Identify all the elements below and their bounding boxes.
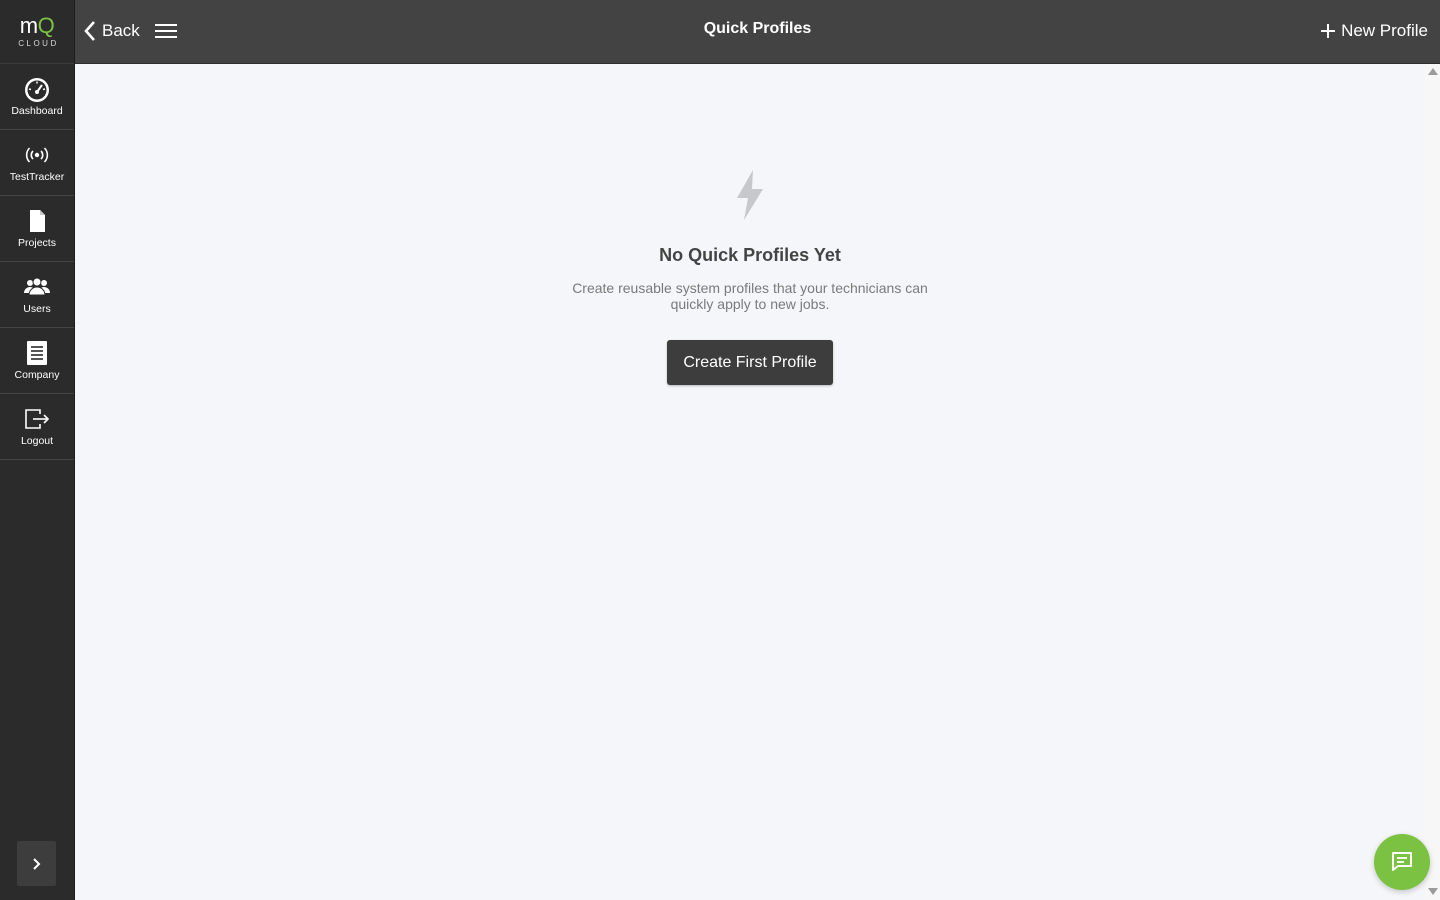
speedometer-icon	[25, 78, 49, 102]
sidebar-item-label: Logout	[20, 435, 54, 447]
sidebar-item-logout[interactable]: Logout	[0, 394, 74, 460]
hamburger-menu-icon[interactable]	[154, 20, 178, 42]
new-profile-button[interactable]: New Profile	[1321, 18, 1428, 44]
chevron-left-icon	[84, 21, 95, 41]
lightning-bolt-icon	[737, 170, 763, 220]
chat-button[interactable]	[1374, 834, 1430, 890]
users-icon	[24, 277, 50, 296]
broadcast-icon	[25, 147, 49, 163]
logo[interactable]: mQ CLOUD	[0, 0, 74, 64]
chat-icon	[1392, 852, 1412, 871]
sidebar-item-label: Users	[23, 303, 51, 315]
sidebar-item-dashboard[interactable]: Dashboard	[0, 64, 74, 130]
sidebar-item-users[interactable]: Users	[0, 262, 74, 328]
empty-state-description: Create reusable system profiles that you…	[572, 280, 928, 312]
sidebar-item-projects[interactable]: Projects	[0, 196, 74, 262]
new-profile-label: New Profile	[1341, 21, 1428, 40]
chevron-right-icon	[32, 857, 40, 870]
document-icon	[30, 210, 45, 232]
empty-state-title: No Quick Profiles Yet	[659, 245, 841, 265]
sidebar-item-label: Dashboard	[11, 105, 63, 117]
scrollbar[interactable]	[1425, 64, 1440, 900]
clipboard-icon	[27, 341, 47, 365]
main-content: No Quick Profiles Yet Create reusable sy…	[75, 64, 1425, 900]
back-label: Back	[102, 21, 140, 40]
logo-mark: mQ	[19, 13, 55, 38]
scroll-down-arrow-icon[interactable]	[1428, 888, 1438, 895]
create-first-profile-button[interactable]: Create First Profile	[667, 340, 833, 385]
page-title: Quick Profiles	[703, 20, 812, 37]
sidebar-item-company[interactable]: Company	[0, 328, 74, 394]
sidebar-expand-button[interactable]	[17, 841, 56, 886]
sidebar-item-label: Company	[14, 369, 60, 381]
sidebar-item-label: TestTracker	[9, 171, 65, 183]
empty-state: No Quick Profiles Yet Create reusable sy…	[75, 170, 1425, 385]
sidebar-item-testtracker[interactable]: TestTracker	[0, 130, 74, 196]
scroll-up-arrow-icon[interactable]	[1428, 68, 1438, 75]
logo-subtitle: CLOUD	[18, 39, 59, 48]
plus-icon	[1321, 24, 1336, 38]
sidebar: mQ CLOUD Dashboard TestTracker Projects …	[0, 0, 75, 900]
logout-icon	[25, 409, 50, 429]
top-bar: Back Quick Profiles New Profile	[75, 0, 1440, 64]
back-button[interactable]: Back	[83, 18, 140, 44]
sidebar-item-label: Projects	[18, 237, 56, 249]
